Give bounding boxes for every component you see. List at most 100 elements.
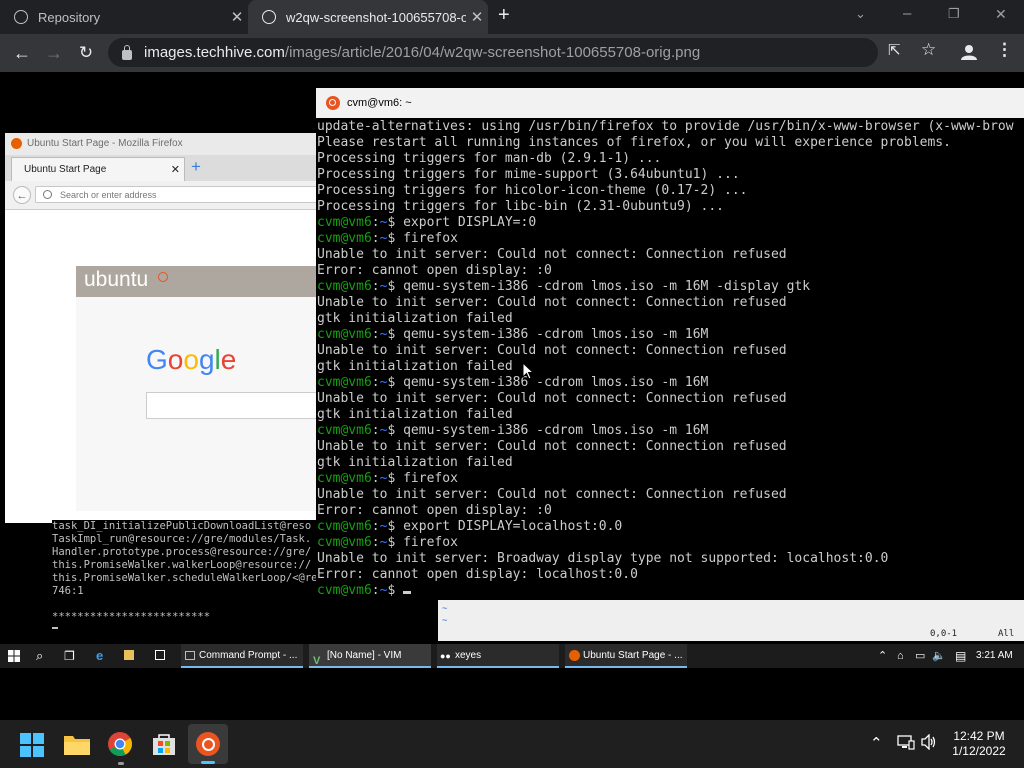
ubuntu-app-button[interactable] [188, 724, 228, 764]
volume-icon[interactable] [921, 733, 937, 753]
prompt-user: cvm@vm6 [317, 279, 372, 294]
menu-kebab-icon[interactable]: ⋮ [996, 40, 1013, 60]
firefox-title-bar: Ubuntu Start Page - Mozilla Firefox [5, 133, 317, 155]
terminal-output-line: Unable to init server: Broadway display … [317, 551, 889, 566]
show-hidden-icons[interactable]: ⌃ [870, 734, 883, 752]
terminal-cursor [403, 591, 412, 594]
system-clock[interactable]: 12:42 PM 1/12/2022 [946, 729, 1012, 759]
terminal-output-line: Processing triggers for mime-support (3.… [317, 167, 740, 182]
terminal-output-line: Processing triggers for man-db (2.9.1-1)… [317, 151, 662, 166]
console-line: 746:1 [52, 585, 84, 597]
back-arrow-icon[interactable]: ← [7, 34, 37, 72]
prompt-symbol: $ [387, 375, 404, 390]
profile-icon[interactable] [961, 44, 977, 60]
console-line: ************************* [52, 611, 211, 623]
close-tab-icon[interactable]: ✕ [466, 8, 488, 26]
globe-icon [262, 10, 276, 24]
ubuntu-icon [196, 732, 220, 756]
terminal-output-line: Processing triggers for libc-bin (2.31-0… [317, 199, 724, 214]
firefox-window-title: Ubuntu Start Page - Mozilla Firefox [27, 138, 183, 149]
browser-tab-title: Repository [38, 9, 101, 25]
bookmark-star-icon[interactable]: ☆ [921, 40, 936, 60]
command-text: qemu-system-i386 -cdrom lmos.iso -m 16M [403, 327, 709, 342]
inner-clock[interactable]: 3:21 AM [976, 644, 1013, 668]
terminal-output-line: Processing triggers for hicolor-icon-the… [317, 183, 748, 198]
taskbar-app-label: Ubuntu Start Page - ... [583, 650, 683, 661]
prompt-symbol: $ [387, 583, 404, 598]
terminal-output-line: gtk initialization failed [317, 359, 513, 374]
terminal-output-line: Please restart all running instances of … [317, 135, 951, 150]
firefox-tab-label: Ubuntu Start Page [24, 164, 107, 175]
prompt-user: cvm@vm6 [317, 327, 372, 342]
terminal-output-line: Unable to init server: Could not connect… [317, 487, 787, 502]
new-tab-icon[interactable]: + [191, 157, 201, 177]
search-icon[interactable]: ⌕ [36, 644, 43, 668]
file-explorer-icon[interactable] [64, 733, 90, 760]
firefox-nav-bar: ← Search or enter address [5, 181, 325, 210]
file-explorer-icon[interactable] [124, 644, 134, 668]
reload-icon[interactable]: ↻ [71, 34, 101, 72]
taskbar-app-vim[interactable]: V [No Name] - VIM [309, 644, 431, 668]
clock-date: 1/12/2022 [952, 744, 1006, 758]
network-icon[interactable] [897, 735, 915, 753]
command-prompt-output: task_DI_initializePublicDownloadList@res… [52, 520, 322, 636]
browser-tab-repository[interactable]: Repository ✕ [0, 0, 248, 34]
prompt-symbol: $ [387, 279, 404, 294]
vim-window: ~ ~ 0,0-1 All [438, 600, 1024, 641]
prompt-separator: : [371, 279, 380, 294]
network-icon[interactable]: ⌂ [897, 644, 904, 668]
close-window-button[interactable]: ✕ [995, 6, 1007, 23]
show-hidden-icons[interactable]: ⌃ [878, 644, 887, 668]
address-bar[interactable]: images.techhive.com/images/article/2016/… [108, 38, 878, 67]
windows-start-icon[interactable] [20, 733, 44, 762]
terminal-output-line: Unable to init server: Could not connect… [317, 295, 787, 310]
console-cursor [52, 627, 58, 629]
back-arrow-icon[interactable]: ← [13, 186, 31, 204]
vim-tilde-line: ~ [442, 604, 448, 614]
terminal-title: cvm@vm6: ~ [347, 97, 412, 109]
close-tab-icon[interactable]: ✕ [171, 158, 180, 182]
command-text: firefox [403, 231, 458, 246]
ubuntu-circle-icon [158, 272, 168, 282]
firefox-tab[interactable]: Ubuntu Start Page ✕ [11, 157, 185, 181]
taskbar-app-command-prompt[interactable]: Command Prompt - ... [181, 644, 303, 668]
prompt-user: cvm@vm6 [317, 231, 372, 246]
share-icon[interactable]: ⇱ [888, 41, 901, 59]
forward-arrow-icon[interactable]: → [39, 34, 69, 72]
tab-search-icon[interactable]: ⌄ [855, 6, 866, 22]
close-tab-icon[interactable]: ✕ [226, 8, 248, 26]
prompt-separator: : [371, 423, 380, 438]
ubuntu-banner: ubuntu [76, 266, 326, 297]
command-text: firefox [403, 535, 458, 550]
browser-tab-screenshot[interactable]: w2qw-screenshot-100655708-ori ✕ [248, 0, 488, 34]
host-taskbar: ⌃ 12:42 PM 1/12/2022 [0, 720, 1024, 768]
taskbar-app-xeyes[interactable]: ●● xeyes [437, 644, 559, 668]
terminal-command-line: cvm@vm6:~$ firefox [317, 535, 1024, 551]
task-view-icon[interactable]: ❐ [64, 644, 75, 668]
notification-icon[interactable]: ▤ [955, 644, 966, 668]
terminal-output[interactable]: update-alternatives: using /usr/bin/fire… [317, 119, 1024, 599]
volume-icon[interactable]: 🔈 [932, 644, 946, 668]
display-icon[interactable]: ▭ [915, 644, 925, 668]
firefox-address-input[interactable]: Search or enter address [35, 186, 325, 203]
prompt-user: cvm@vm6 [317, 535, 372, 550]
terminal-output-line: Error: cannot open display: :0 [317, 503, 552, 518]
prompt-symbol: $ [387, 327, 404, 342]
start-icon[interactable] [8, 644, 22, 668]
vim-icon: V [313, 655, 321, 667]
restore-button[interactable]: ❐ [948, 6, 960, 22]
chrome-icon[interactable] [108, 732, 133, 761]
terminal-output-line: gtk initialization failed [317, 407, 513, 422]
microsoft-store-icon[interactable] [152, 732, 176, 761]
taskbar-app-firefox[interactable]: Ubuntu Start Page - ... [565, 644, 687, 668]
terminal-command-line: cvm@vm6:~$ qemu-system-i386 -cdrom lmos.… [317, 375, 1024, 391]
inner-taskbar: ⌕ ❐ e Command Prompt - ... V [No Name] -… [0, 644, 1024, 668]
terminal-output-line: Unable to init server: Could not connect… [317, 247, 787, 262]
minimize-button[interactable]: – [903, 5, 911, 22]
new-tab-button[interactable]: + [498, 4, 510, 27]
prompt-separator: : [371, 535, 380, 550]
store-icon[interactable] [155, 644, 165, 668]
edge-icon[interactable]: e [96, 644, 103, 668]
vim-scroll-position: All [998, 629, 1015, 639]
globe-icon [14, 10, 28, 24]
